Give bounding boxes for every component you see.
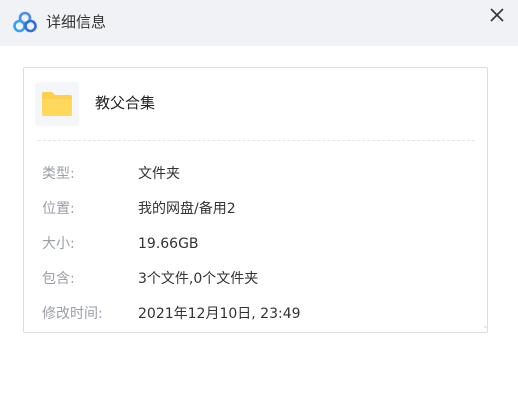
detail-row-location: 位置: 我的网盘/备用2 bbox=[42, 199, 472, 219]
info-panel: 教父合集 类型: 文件夹 位置: 我的网盘/备用2 大小: 19.66GB 包含… bbox=[23, 67, 488, 333]
detail-value: 文件夹 bbox=[138, 166, 180, 182]
file-thumbnail bbox=[35, 82, 79, 126]
detail-value: 19.66GB bbox=[138, 236, 199, 252]
detail-row-contains: 包含: 3个文件,0个文件夹 bbox=[42, 269, 472, 289]
detail-label: 位置: bbox=[42, 201, 75, 217]
details-dialog: 详细信息 教父合集 类型: 文件夹 位置: 我的网盘/备用2 大小: 19.66… bbox=[0, 0, 518, 403]
detail-label: 修改时间: bbox=[42, 306, 103, 322]
detail-label: 包含: bbox=[42, 271, 75, 287]
detail-value: 我的网盘/备用2 bbox=[138, 201, 236, 217]
title-bar: 详细信息 bbox=[0, 0, 518, 46]
folder-icon bbox=[41, 91, 73, 117]
detail-row-type: 类型: 文件夹 bbox=[42, 164, 472, 184]
file-name: 教父合集 bbox=[95, 94, 156, 112]
detail-value: 2021年12月10日, 23:49 bbox=[138, 306, 301, 322]
detail-row-size: 大小: 19.66GB bbox=[42, 234, 472, 254]
baidu-netdisk-cloud-icon bbox=[13, 11, 37, 33]
close-button[interactable] bbox=[486, 4, 508, 26]
detail-label: 大小: bbox=[42, 236, 75, 252]
close-icon bbox=[486, 8, 508, 30]
detail-label: 类型: bbox=[42, 166, 75, 182]
scrollbar[interactable] bbox=[484, 326, 487, 328]
detail-row-modified: 修改时间: 2021年12月10日, 23:49 bbox=[42, 304, 472, 324]
dialog-title: 详细信息 bbox=[46, 13, 107, 31]
detail-value: 3个文件,0个文件夹 bbox=[138, 271, 259, 287]
divider bbox=[38, 140, 475, 141]
